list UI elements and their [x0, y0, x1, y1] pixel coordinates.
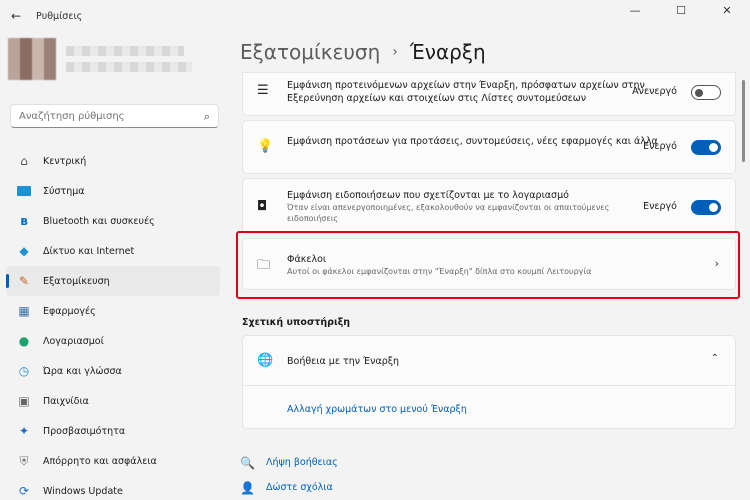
shield-icon: ⛨	[19, 453, 29, 468]
sidebar-item-system[interactable]: Σύστημα	[6, 176, 220, 206]
system-icon	[16, 183, 32, 199]
setting-subtext: Όταν είναι απενεργοποιημένες, εξακολουθο…	[287, 203, 610, 223]
window-controls: — ☐ ✕	[612, 0, 750, 20]
list-icon: ☰	[257, 83, 269, 98]
setting-text: Εμφάνιση προτάσεων για προτάσεις, συντομ…	[287, 136, 658, 147]
breadcrumb: Εξατομίκευση › Έναρξη	[240, 40, 486, 64]
sidebar-item-label: Εφαρμογές	[43, 305, 96, 317]
back-arrow-icon[interactable]: ←	[0, 0, 32, 32]
setting-account-notifications: ◘ Εμφάνιση ειδοποιήσεων που σχετίζονται …	[242, 178, 736, 234]
sidebar-item-privacy[interactable]: ⛨ Απόρρητο και ασφάλεια	[6, 446, 220, 476]
toggle-state-label: Ενεργό	[643, 201, 677, 212]
get-help-link[interactable]: Λήψη βοήθειας	[266, 457, 338, 468]
help-icon: 🔍	[240, 456, 255, 470]
sidebar-item-label: Windows Update	[43, 485, 123, 497]
sidebar-item-network[interactable]: ◆ Δίκτυο και Internet	[6, 236, 220, 266]
sidebar-item-accounts[interactable]: ● Λογαριασμοί	[6, 326, 220, 356]
sidebar-item-label: Δίκτυο και Internet	[43, 245, 135, 257]
gaming-icon: ▣	[18, 394, 30, 408]
scrollbar[interactable]	[742, 80, 745, 162]
user-profile[interactable]	[8, 38, 192, 80]
setting-text: Εμφάνιση προτεινόμενων αρχείων στην Έναρ…	[287, 80, 645, 104]
lightbulb-icon: 💡	[257, 139, 274, 154]
breadcrumb-parent[interactable]: Εξατομίκευση	[240, 40, 380, 64]
accounts-icon: ●	[18, 334, 30, 348]
change-start-colors-link[interactable]: Αλλαγή χρωμάτων στο μενού Έναρξη	[287, 404, 467, 415]
bluetooth-icon: ʙ	[20, 214, 28, 228]
sidebar-item-label: Προσβασιμότητα	[43, 425, 126, 437]
sidebar-item-label: Ώρα και γλώσσα	[43, 365, 122, 377]
sidebar-item-apps[interactable]: ▦ Εφαρμογές	[6, 296, 220, 326]
toggle-state-label: Ανενεργό	[632, 86, 677, 97]
help-card-header[interactable]: 🌐 Βοήθεια με την Έναρξη ⌃	[243, 336, 735, 386]
home-icon: ⌂	[20, 154, 28, 168]
help-card: 🌐 Βοήθεια με την Έναρξη ⌃ Αλλαγή χρωμάτω…	[242, 335, 736, 429]
search-icon[interactable]: ⌕	[204, 110, 210, 124]
recommendations-toggle[interactable]	[691, 140, 721, 155]
sidebar-item-label: Λογαριασμοί	[43, 335, 104, 347]
apps-icon: ▦	[18, 304, 30, 318]
setting-recommendations: 💡 Εμφάνιση προτάσεων για προτάσεις, συντ…	[242, 120, 736, 174]
app-title: Ρυθμίσεις	[36, 10, 83, 22]
sidebar-item-label: Σύστημα	[43, 185, 85, 197]
sidebar-item-home[interactable]: ⌂ Κεντρική	[6, 146, 220, 176]
sidebar-item-accessibility[interactable]: ✦ Προσβασιμότητα	[6, 416, 220, 446]
sidebar-item-label: Κεντρική	[43, 155, 87, 167]
accessibility-icon: ✦	[18, 424, 30, 438]
page-title: Έναρξη	[409, 40, 486, 64]
sidebar-item-bluetooth[interactable]: ʙ Bluetooth και συσκευές	[6, 206, 220, 236]
feedback-icon: 👤	[240, 481, 255, 495]
sidebar-item-windows-update[interactable]: ⟳ Windows Update	[6, 476, 220, 500]
personalization-icon: ✎	[18, 274, 30, 288]
globe-icon: 🌐	[257, 353, 274, 368]
sidebar-item-label: Εξατομίκευση	[43, 275, 110, 287]
minimize-button[interactable]: —	[612, 0, 658, 20]
windows-update-icon: ⟳	[18, 484, 30, 498]
network-icon: ◆	[19, 244, 29, 258]
sidebar-item-label: Bluetooth και συσκευές	[43, 215, 155, 227]
avatar	[8, 38, 56, 80]
help-card-title: Βοήθεια με την Έναρξη	[287, 356, 400, 367]
notification-dot-icon: ◘	[257, 199, 268, 214]
sidebar-item-label: Παιχνίδια	[43, 395, 89, 407]
chevron-right-icon: ›	[392, 44, 398, 60]
sidebar-item-label: Απόρρητο και ασφάλεια	[43, 455, 157, 467]
sidebar-nav: ⌂ Κεντρική Σύστημα ʙ Bluetooth και συσκε…	[6, 146, 220, 500]
profile-name-redacted	[66, 46, 184, 56]
search-box[interactable]: ⌕	[10, 104, 219, 128]
toggle-state-label: Ενεργό	[643, 141, 677, 152]
account-notifications-toggle[interactable]	[691, 200, 721, 215]
chevron-up-icon: ⌃	[710, 353, 719, 364]
close-button[interactable]: ✕	[704, 0, 750, 20]
setting-text: Εμφάνιση ειδοποιήσεων που σχετίζονται με…	[287, 190, 569, 201]
related-support-heading: Σχετική υποστήριξη	[242, 317, 351, 328]
setting-recent-files: ☰ Εμφάνιση προτεινόμενων αρχείων στην Έν…	[242, 72, 736, 116]
sidebar-item-personalization[interactable]: ✎ Εξατομίκευση	[6, 266, 220, 296]
highlight-box	[236, 231, 740, 299]
maximize-button[interactable]: ☐	[658, 0, 704, 20]
sidebar-item-gaming[interactable]: ▣ Παιχνίδια	[6, 386, 220, 416]
recent-files-toggle[interactable]	[691, 85, 721, 100]
time-language-icon: ◷	[18, 364, 30, 378]
sidebar-item-time-language[interactable]: ◷ Ώρα και γλώσσα	[6, 356, 220, 386]
profile-email-redacted	[66, 62, 192, 72]
title-bar: ← Ρυθμίσεις — ☐ ✕	[0, 0, 750, 32]
give-feedback-link[interactable]: Δώστε σχόλια	[266, 482, 333, 493]
search-input[interactable]	[19, 110, 199, 122]
